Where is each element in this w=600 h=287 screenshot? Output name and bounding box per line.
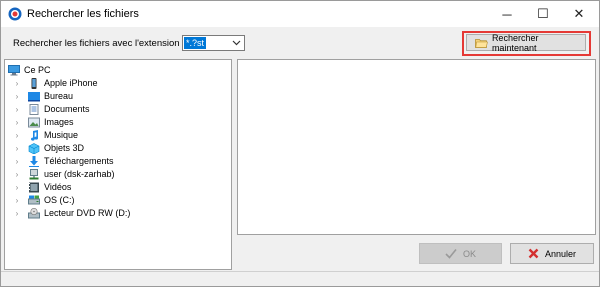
tree-item-bureau[interactable]: › Bureau xyxy=(11,90,73,102)
extension-value: *.?st xyxy=(184,37,207,49)
extension-label: Rechercher les fichiers avec l'extension… xyxy=(13,38,185,49)
maximize-button[interactable]: ☐ xyxy=(526,1,560,27)
music-folder-icon xyxy=(31,129,39,141)
status-bar xyxy=(1,271,599,286)
tree-item-dvd-d[interactable]: › Lecteur DVD RW (D:) xyxy=(11,207,130,219)
videos-folder-icon xyxy=(29,182,39,192)
tree-item-label: Musique xyxy=(44,130,79,140)
close-button[interactable]: ✕ xyxy=(562,1,596,27)
minimize-icon: ─ xyxy=(502,6,512,22)
extension-dropdown[interactable]: *.?st xyxy=(182,35,245,51)
chevron-right-icon[interactable]: › xyxy=(11,105,23,114)
tree-item-os-c[interactable]: › OS (C:) xyxy=(11,194,75,206)
tree-item-musique[interactable]: › Musique xyxy=(11,129,78,141)
tree-item-label: Objets 3D xyxy=(44,143,85,153)
computer-icon xyxy=(8,64,20,75)
chevron-right-icon[interactable]: › xyxy=(11,170,23,179)
tree-item-label: Vidéos xyxy=(44,182,72,192)
pictures-folder-icon xyxy=(28,117,40,127)
chevron-right-icon[interactable]: › xyxy=(11,92,23,101)
chevron-right-icon[interactable]: › xyxy=(11,196,23,205)
tree-item-videos[interactable]: › Vidéos xyxy=(11,181,71,193)
tree-item-telechargements[interactable]: › Téléchargements xyxy=(11,155,114,167)
checkmark-icon xyxy=(445,248,457,259)
tree-item-label: Documents xyxy=(44,104,90,114)
drive-icon xyxy=(28,195,40,204)
minimize-button[interactable]: ─ xyxy=(490,1,524,27)
search-files-window: Rechercher les fichiers ─ ☐ ✕ Rechercher… xyxy=(0,0,600,287)
title-bar[interactable]: Rechercher les fichiers ─ ☐ ✕ xyxy=(1,1,599,27)
downloads-folder-icon xyxy=(29,155,39,167)
cancel-x-icon xyxy=(528,248,539,259)
tree-item-objets-3d[interactable]: › Objets 3D xyxy=(11,142,84,154)
tree-root-this-pc[interactable]: Ce PC xyxy=(8,64,51,76)
cancel-label: Annuler xyxy=(544,248,577,259)
network-user-icon xyxy=(29,168,39,179)
tree-item-label: Apple iPhone xyxy=(44,78,98,88)
tree-root-label: Ce PC xyxy=(24,65,51,75)
dvd-drive-icon xyxy=(28,207,40,218)
chevron-right-icon[interactable]: › xyxy=(11,79,23,88)
desktop-folder-icon xyxy=(28,91,40,101)
chevron-right-icon[interactable]: › xyxy=(11,118,23,127)
chevron-right-icon[interactable]: › xyxy=(11,183,23,192)
ok-label: OK xyxy=(462,248,476,259)
tree-item-user-dsk-zarhab[interactable]: › user (dsk-zarhab) xyxy=(11,168,115,180)
tree-item-label: Images xyxy=(44,117,74,127)
cancel-button[interactable]: Annuler xyxy=(510,243,594,264)
tree-item-label: user (dsk-zarhab) xyxy=(44,169,115,179)
tree-item-apple-iphone[interactable]: › Apple iPhone xyxy=(11,77,98,89)
tree-item-label: Téléchargements xyxy=(44,156,114,166)
chevron-right-icon[interactable]: › xyxy=(11,131,23,140)
app-logo-icon xyxy=(8,7,22,21)
window-title: Rechercher les fichiers xyxy=(27,8,139,20)
chevron-right-icon[interactable]: › xyxy=(11,144,23,153)
maximize-icon: ☐ xyxy=(537,6,549,21)
ok-button[interactable]: OK xyxy=(419,243,502,264)
documents-folder-icon xyxy=(29,103,39,115)
tree-item-label: Lecteur DVD RW (D:) xyxy=(44,208,131,218)
tree-item-label: OS (C:) xyxy=(44,195,75,205)
phone-icon xyxy=(31,77,37,89)
tree-item-label: Bureau xyxy=(44,91,74,101)
chevron-right-icon[interactable]: › xyxy=(11,157,23,166)
results-list[interactable] xyxy=(237,59,596,235)
tree-item-documents[interactable]: › Documents xyxy=(11,103,90,115)
3d-objects-folder-icon xyxy=(28,142,40,154)
tree-item-images[interactable]: › Images xyxy=(11,116,74,128)
chevron-down-icon xyxy=(232,40,241,46)
chevron-right-icon[interactable]: › xyxy=(11,209,23,218)
search-button-highlight xyxy=(462,31,591,56)
folder-tree[interactable]: Ce PC › Apple iPhone › Bureau › Document… xyxy=(4,59,232,270)
close-icon: ✕ xyxy=(573,6,585,21)
